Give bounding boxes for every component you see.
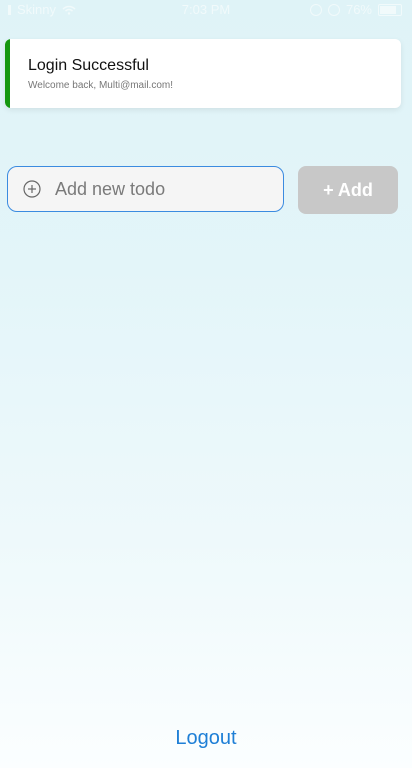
battery-fill [380, 5, 397, 14]
alarm-icon [327, 3, 340, 16]
todo-input[interactable] [55, 175, 275, 203]
battery-icon [378, 3, 402, 16]
status-bar: Skinny 7:03 PM 76% [0, 0, 412, 20]
toast-title: Login Successful [28, 57, 149, 74]
todo-input-container[interactable] [7, 166, 284, 212]
battery-percent: 76% [345, 2, 372, 17]
login-toast[interactable]: Login Successful Welcome back, Multi@mai… [5, 39, 401, 108]
toast-accent-bar [5, 39, 10, 108]
toast-message: Welcome back, Multi@mail.com! [28, 80, 173, 91]
add-todo-button[interactable]: + Add [298, 166, 398, 214]
status-right: 76% [309, 2, 402, 17]
add-circle-icon [23, 180, 41, 198]
orientation-lock-icon [309, 3, 322, 16]
logout-link[interactable]: Logout [0, 727, 412, 750]
